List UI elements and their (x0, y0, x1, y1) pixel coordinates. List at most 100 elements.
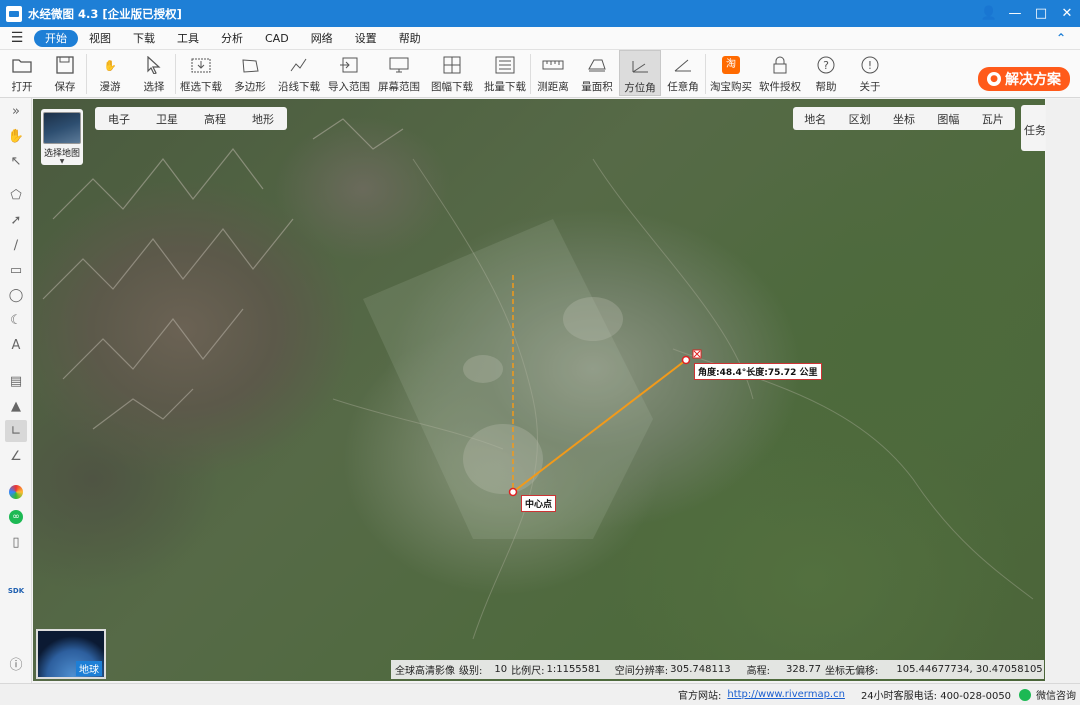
user-icon[interactable]: 👤 (976, 0, 1002, 27)
ruler-icon (542, 54, 564, 76)
minimize-button[interactable]: — (1002, 0, 1028, 27)
hamburger-menu-icon[interactable]: ☰ (0, 30, 34, 46)
save-button[interactable]: 保存 (44, 50, 86, 96)
import-range-label: 导入范围 (328, 81, 370, 93)
map-view[interactable]: 角度:48.4°长度:75.72 公里 中心点 选择地图 ▼ 电子 卫星 高程 … (33, 99, 1045, 681)
chevron-down-icon: ▼ (59, 158, 65, 165)
svg-text:?: ? (823, 59, 829, 72)
left-toolbar: » ✋ ↖ ⬠ ➚ ∕ ▭ ◯ ☾ A ▤ ▲ ∟ ∠ ∞ ▯ SDK ⓘ (0, 98, 32, 683)
license-label: 软件授权 (759, 81, 801, 93)
menu-help[interactable]: 帮助 (388, 30, 432, 47)
solution-button[interactable]: ● 解决方案 (978, 67, 1070, 91)
select-map-button[interactable]: 选择地图 ▼ (41, 109, 83, 165)
menu-start[interactable]: 开始 (34, 29, 78, 47)
map-thumbnail (43, 112, 81, 144)
measure-area-button[interactable]: 量面积 (575, 50, 619, 96)
map-type-terrain[interactable]: 地形 (252, 111, 274, 127)
site-label: 官方网站: (678, 691, 722, 702)
ribbon-toolbar: 打开 保存 ✋ 漫游 选择 框选下载 多边形 沿线下载 导入范围 屏幕范围 图幅… (0, 50, 1080, 98)
link-icon[interactable]: ∞ (5, 506, 27, 528)
overlay-tiles[interactable]: 瓦片 (982, 111, 1004, 127)
import-range-button[interactable]: 导入范围 (324, 50, 374, 96)
cursor-icon (143, 54, 165, 76)
elevation-label: 高程: (746, 666, 770, 677)
scale-value: 1:1155581 (546, 664, 601, 675)
circle-icon[interactable]: ◯ (5, 284, 27, 306)
svg-text:!: ! (868, 59, 872, 72)
sdk-icon[interactable]: SDK (5, 580, 27, 602)
polyline-icon[interactable]: ➚ (5, 209, 27, 231)
scale-label: 比例尺: (511, 666, 545, 677)
bearing-button[interactable]: 方位角 (619, 50, 661, 96)
ruler-icon[interactable]: ▤ (5, 370, 27, 392)
angle-icon[interactable]: ∠ (5, 445, 27, 467)
taobao-button[interactable]: 淘 淘宝购买 (706, 50, 756, 96)
overlay-placenames[interactable]: 地名 (804, 111, 826, 127)
sheet-download-label: 图幅下载 (431, 81, 473, 93)
polygon-button[interactable]: 多边形 (226, 50, 274, 96)
overlay-coordinates[interactable]: 坐标 (893, 111, 915, 127)
menu-view[interactable]: 视图 (78, 30, 122, 47)
menu-download[interactable]: 下载 (122, 30, 166, 47)
wechat-label[interactable]: 微信咨询 (1036, 687, 1076, 702)
box-download-label: 框选下载 (180, 81, 222, 93)
cursor-icon[interactable]: ↖ (5, 150, 27, 172)
globe-button[interactable]: 地球 (36, 629, 106, 679)
title-bar: 水经微图 4.3 [企业版已授权] 👤 — □ ✕ (0, 0, 1080, 27)
menu-tools[interactable]: 工具 (166, 30, 210, 47)
batch-download-button[interactable]: 批量下载 (480, 50, 530, 96)
menu-settings[interactable]: 设置 (344, 30, 388, 47)
pan-label: 漫游 (99, 81, 121, 93)
measure-distance-button[interactable]: 测距离 (531, 50, 575, 96)
overlay-districts[interactable]: 区划 (849, 111, 871, 127)
wechat-icon[interactable] (1019, 688, 1032, 701)
screen-range-button[interactable]: 屏幕范围 (374, 50, 424, 96)
map-type-satellite[interactable]: 卫星 (156, 111, 178, 127)
text-icon[interactable]: A (5, 334, 27, 356)
monitor-icon (388, 54, 410, 76)
site-link[interactable]: http://www.rivermap.cn (727, 689, 845, 700)
coord-value: 105.44677734, 30.47058105 (896, 664, 1043, 675)
polygon-icon[interactable]: ⬠ (5, 184, 27, 206)
menu-analysis[interactable]: 分析 (210, 30, 254, 47)
phone-icon[interactable]: ▯ (5, 531, 27, 553)
bottom-bar: 官方网站: http://www.rivermap.cn 24小时客服电话: 4… (0, 683, 1080, 705)
imagery-source: 全球高清影像 (395, 666, 455, 677)
open-button[interactable]: 打开 (0, 50, 44, 96)
center-point-label: 中心点 (521, 495, 557, 512)
help-label: 帮助 (815, 81, 837, 93)
any-angle-button[interactable]: 任意角 (661, 50, 705, 96)
color-wheel-icon[interactable] (5, 481, 27, 503)
close-button[interactable]: ✕ (1054, 0, 1080, 27)
rectangle-icon[interactable]: ▭ (5, 259, 27, 281)
polygon-label: 多边形 (234, 81, 266, 93)
overlay-sheets[interactable]: 图幅 (937, 111, 959, 127)
map-type-elevation[interactable]: 高程 (204, 111, 226, 127)
save-label: 保存 (54, 81, 76, 93)
box-download-button[interactable]: 框选下载 (176, 50, 226, 96)
select-button[interactable]: 选择 (133, 50, 175, 96)
map-type-electronic[interactable]: 电子 (108, 111, 130, 127)
moon-icon[interactable]: ☾ (5, 309, 27, 331)
license-button[interactable]: 软件授权 (756, 50, 804, 96)
collapse-ribbon-icon[interactable]: ⌃ (1056, 31, 1066, 45)
sheet-download-button[interactable]: 图幅下载 (424, 50, 480, 96)
line-download-button[interactable]: 沿线下载 (274, 50, 324, 96)
bearing-angle-icon[interactable]: ∟ (5, 420, 27, 442)
menu-cad[interactable]: CAD (254, 30, 300, 47)
line-icon[interactable]: ∕ (5, 234, 27, 256)
area-icon[interactable]: ▲ (5, 395, 27, 417)
pan-button[interactable]: ✋ 漫游 (87, 50, 133, 96)
expand-icon[interactable]: » (5, 100, 27, 122)
menu-network[interactable]: 网络 (300, 30, 344, 47)
maximize-button[interactable]: □ (1028, 0, 1054, 27)
question-icon: ? (815, 54, 837, 76)
hand-icon[interactable]: ✋ (5, 125, 27, 147)
map-type-switcher: 电子 卫星 高程 地形 (95, 107, 287, 130)
import-icon (338, 54, 360, 76)
about-button[interactable]: ! 关于 (848, 50, 892, 96)
help-circle-icon[interactable]: ⓘ (5, 652, 27, 674)
task-list-button[interactable]: 任务列表 (1021, 105, 1045, 151)
hand-icon: ✋ (103, 59, 117, 72)
help-button[interactable]: ? 帮助 (804, 50, 848, 96)
